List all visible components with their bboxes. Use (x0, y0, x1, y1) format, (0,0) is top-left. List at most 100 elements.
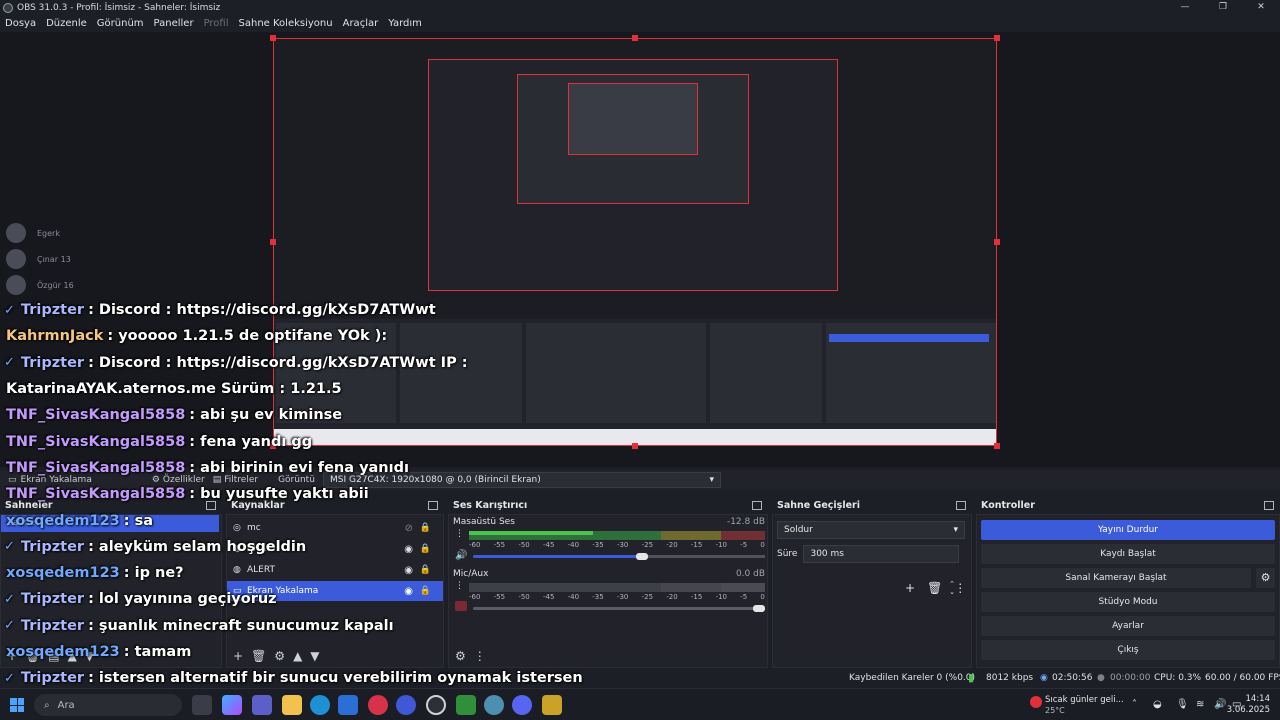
resize-handle[interactable] (632, 443, 638, 449)
minecraft-icon[interactable] (456, 695, 476, 715)
resize-handle[interactable] (994, 239, 1000, 245)
chat-text: : şuanlık minecraft sunucumuz kapalı (88, 617, 394, 634)
chat-text: : yooooo 1.21.5 de optifane YOk ): (107, 328, 388, 345)
teams-icon[interactable] (252, 695, 272, 715)
search-placeholder: Ara (57, 699, 75, 711)
volume-slider-handle[interactable] (636, 553, 649, 560)
exit-button[interactable]: Çıkış (981, 640, 1275, 660)
menu-dosya[interactable]: Dosya (0, 18, 41, 29)
participant-name: Egerk (37, 228, 60, 238)
menu-araclar[interactable]: Araçlar (338, 18, 384, 29)
nested-preview (568, 83, 698, 155)
participant: Egerk (6, 220, 74, 246)
microphone-icon[interactable]: 🎙 (1176, 699, 1189, 710)
chat-username: Tripzter (20, 670, 85, 687)
chat-text: : istersen alternatif bir sunucu verebil… (88, 670, 583, 687)
obs-taskbar-icon[interactable] (426, 695, 446, 715)
resize-handle[interactable] (270, 239, 276, 245)
menu-paneller[interactable]: Paneller (149, 18, 199, 29)
chat-username: Tripzter (20, 302, 85, 319)
windows-start-icon[interactable] (10, 698, 24, 712)
start-recording-button[interactable]: Kaydı Başlat (981, 544, 1275, 564)
resize-handle[interactable] (632, 35, 638, 41)
participant-name: Çınar 13 (37, 254, 71, 264)
search-icon: ⌕ (44, 699, 50, 711)
meter-tick-label: 0 (760, 593, 765, 601)
window-controls: — ❐ ✕ (1166, 0, 1280, 15)
virtual-camera-settings-icon[interactable]: ⚙ (1256, 568, 1275, 588)
window-title: OBS 31.0.3 - Profil: İsimsiz - Sahneler:… (17, 2, 221, 13)
app-icon[interactable] (542, 695, 562, 715)
menu-sahne-koleksiyonu[interactable]: Sahne Koleksiyonu (234, 18, 338, 29)
transition-select[interactable]: Soldur ▾ (777, 521, 965, 539)
chat-message: ✓ Tripzter: istersen alternatif bir sunuc… (0, 665, 583, 691)
chat-message: ✓ Tripzter: Discord : https://discord.gg/… (0, 297, 560, 323)
studio-mode-button[interactable]: Stüdyo Modu (981, 592, 1275, 612)
dropped-frames: Kaybedilen Kareler 0 (%0.0) (849, 673, 976, 683)
chat-text: KatarinaAYAK.aternos.me Sürüm : 1.21.5 (6, 381, 342, 398)
chat-username: Tripzter (20, 617, 85, 634)
chevron-up-icon[interactable]: ˄ (1132, 699, 1137, 710)
chat-username: Tripzter (20, 538, 85, 555)
opera-icon[interactable] (368, 695, 388, 715)
add-icon[interactable]: + (905, 581, 915, 595)
resize-handle[interactable] (994, 443, 1000, 449)
task-view-icon[interactable] (192, 695, 212, 715)
chat-username: xosqedem123 (6, 644, 120, 660)
wifi-icon[interactable]: ≋ (1196, 699, 1204, 710)
dock-title: Kontroller (981, 500, 1035, 511)
volume-icon[interactable]: 🔊 (1214, 699, 1226, 710)
record-time: 00:00:00 (1110, 673, 1151, 683)
meter-tick-label: -15 (690, 593, 703, 601)
menu-duzenle[interactable]: Düzenle (41, 18, 92, 29)
temperature: 25°C (1045, 706, 1065, 715)
settings-button[interactable]: Ayarlar (981, 616, 1275, 636)
copilot-icon[interactable] (222, 695, 242, 715)
chat-message: xosqedem123: ip ne? (0, 560, 560, 586)
maximize-icon[interactable]: ❐ (1204, 0, 1242, 15)
weather-text: Sıcak günler geli... (1045, 695, 1124, 705)
stop-streaming-button[interactable]: Yayını Durdur (981, 520, 1275, 540)
undock-icon[interactable] (1264, 501, 1274, 510)
chat-text: : bu yusufte yaktı abii (189, 486, 369, 503)
undock-icon[interactable] (956, 501, 966, 510)
chat-message: TNF_SivasKangal5858: abi şu ev kiminse (0, 402, 560, 428)
menu-gorunum[interactable]: Görünüm (92, 18, 149, 29)
taskbar-search[interactable]: ⌕ Ara (34, 694, 182, 716)
cpu-usage: CPU: 0.3% (1154, 673, 1202, 683)
resize-handle[interactable] (270, 35, 276, 41)
chat-username: TNF_SivasKangal5858 (6, 459, 186, 476)
edge-icon[interactable] (310, 695, 330, 715)
transitions-toolbar: + 🗑 ⋮ (905, 581, 966, 595)
minimize-icon[interactable]: — (1166, 0, 1204, 15)
signal-icon: ▮ (968, 671, 975, 684)
undock-icon[interactable] (752, 501, 762, 510)
chat-text: : aleyküm selam hoşgeldin (88, 538, 307, 555)
store-icon[interactable] (338, 695, 358, 715)
clock[interactable]: 14:14 3.06.2025 (1227, 694, 1270, 716)
clock-date: 3.06.2025 (1226, 705, 1270, 715)
chat-username: xosqedem123 (6, 565, 120, 582)
menu-yardim[interactable]: Yardım (383, 18, 427, 29)
file-explorer-icon[interactable] (282, 695, 302, 715)
resize-handle[interactable] (994, 35, 1000, 41)
chat-text: : tamam (123, 644, 192, 660)
chat-text: : abi şu ev kiminse (189, 407, 343, 424)
duration-input[interactable]: 300 ms ⌃ ⌄ (803, 545, 960, 596)
meter-tick-label: -30 (616, 593, 629, 601)
settings-app-icon[interactable] (484, 695, 504, 715)
menu-profil: Profil (203, 18, 229, 29)
start-virtual-camera-button[interactable]: Sanal Kamerayı Başlat (981, 568, 1251, 588)
tray-app-icon[interactable]: ◒ (1153, 699, 1162, 710)
discord-icon[interactable] (512, 695, 532, 715)
close-icon[interactable]: ✕ (1242, 0, 1280, 15)
browser-icon[interactable] (396, 695, 416, 715)
trash-icon[interactable]: 🗑 (927, 581, 942, 595)
meter-tick-label: -10 (715, 541, 727, 549)
volume-slider-handle[interactable] (753, 605, 765, 612)
chat-message: TNF_SivasKangal5858: bu yusufte yaktı ab… (0, 481, 560, 507)
kebab-menu-icon[interactable]: ⋮ (954, 581, 966, 595)
meter-tick-label: -20 (666, 593, 678, 601)
broadcast-icon: ◉ (1040, 673, 1048, 683)
chat-text: : Discord : https://discord.gg/kXsD7ATWw… (88, 354, 468, 371)
